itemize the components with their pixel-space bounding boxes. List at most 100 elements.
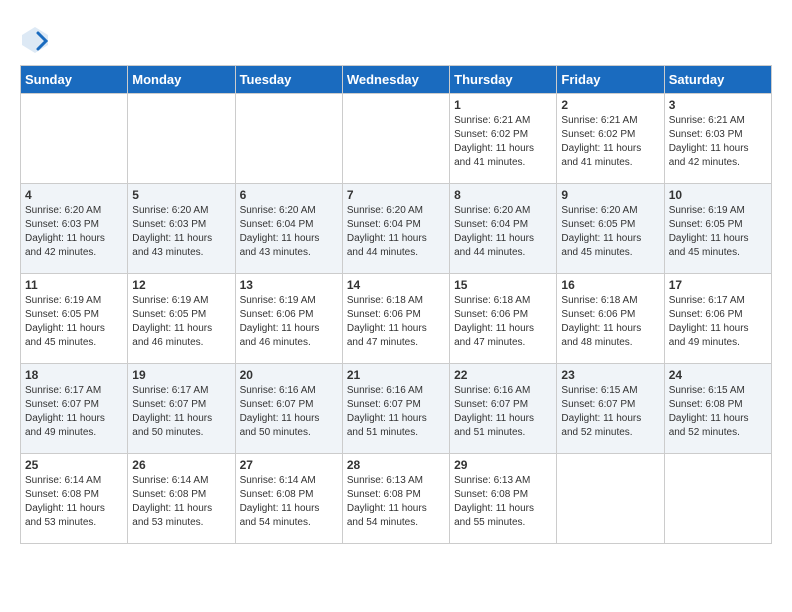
- day-header-wednesday: Wednesday: [342, 66, 449, 94]
- calendar-cell: 2 Sunrise: 6:21 AM Sunset: 6:02 PM Daylig…: [557, 94, 664, 184]
- day-number: 23: [561, 368, 659, 382]
- day-info: Sunrise: 6:19 AM Sunset: 6:05 PM Dayligh…: [25, 294, 123, 350]
- calendar-table: SundayMondayTuesdayWednesdayThursdayFrid…: [20, 65, 772, 544]
- day-info: Sunrise: 6:20 AM Sunset: 6:04 PM Dayligh…: [240, 204, 338, 260]
- day-info: Sunrise: 6:16 AM Sunset: 6:07 PM Dayligh…: [454, 384, 552, 440]
- calendar-week-row: 4 Sunrise: 6:20 AM Sunset: 6:03 PM Daylig…: [21, 184, 772, 274]
- calendar-cell: 20Sunrise: 6:16 AM Sunset: 6:07 PM Dayli…: [235, 364, 342, 454]
- calendar-cell: 5 Sunrise: 6:20 AM Sunset: 6:03 PM Daylig…: [128, 184, 235, 274]
- day-info: Sunrise: 6:15 AM Sunset: 6:07 PM Dayligh…: [561, 384, 659, 440]
- calendar-cell: [21, 94, 128, 184]
- day-header-tuesday: Tuesday: [235, 66, 342, 94]
- calendar-cell: [664, 454, 771, 544]
- day-number: 12: [132, 278, 230, 292]
- calendar-cell: [235, 94, 342, 184]
- day-number: 1: [454, 98, 552, 112]
- day-number: 28: [347, 458, 445, 472]
- calendar-header-row: SundayMondayTuesdayWednesdayThursdayFrid…: [21, 66, 772, 94]
- calendar-cell: [342, 94, 449, 184]
- calendar-cell: 9Sunrise: 6:20 AM Sunset: 6:05 PM Daylig…: [557, 184, 664, 274]
- day-info: Sunrise: 6:16 AM Sunset: 6:07 PM Dayligh…: [347, 384, 445, 440]
- calendar-week-row: 25 Sunrise: 6:14 AM Sunset: 6:08 PM Dayli…: [21, 454, 772, 544]
- day-info: Sunrise: 6:18 AM Sunset: 6:06 PM Dayligh…: [561, 294, 659, 350]
- day-number: 2: [561, 98, 659, 112]
- calendar-cell: 10Sunrise: 6:19 AM Sunset: 6:05 PM Dayli…: [664, 184, 771, 274]
- calendar-cell: 15 Sunrise: 6:18 AM Sunset: 6:06 PM Dayli…: [450, 274, 557, 364]
- day-info: Sunrise: 6:19 AM Sunset: 6:05 PM Dayligh…: [132, 294, 230, 350]
- calendar-cell: 14Sunrise: 6:18 AM Sunset: 6:06 PM Dayli…: [342, 274, 449, 364]
- calendar-cell: 17 Sunrise: 6:17 AM Sunset: 6:06 PM Dayli…: [664, 274, 771, 364]
- day-number: 17: [669, 278, 767, 292]
- logo: [20, 25, 54, 55]
- day-info: Sunrise: 6:17 AM Sunset: 6:07 PM Dayligh…: [132, 384, 230, 440]
- calendar-cell: 4Sunrise: 6:20 AM Sunset: 6:03 PM Daylig…: [21, 184, 128, 274]
- day-info: Sunrise: 6:13 AM Sunset: 6:08 PM Dayligh…: [347, 474, 445, 530]
- day-number: 29: [454, 458, 552, 472]
- day-info: Sunrise: 6:19 AM Sunset: 6:06 PM Dayligh…: [240, 294, 338, 350]
- day-info: Sunrise: 6:20 AM Sunset: 6:03 PM Dayligh…: [132, 204, 230, 260]
- day-number: 24: [669, 368, 767, 382]
- calendar-cell: [557, 454, 664, 544]
- day-number: 5: [132, 188, 230, 202]
- day-number: 13: [240, 278, 338, 292]
- calendar-cell: 18 Sunrise: 6:17 AM Sunset: 6:07 PM Dayli…: [21, 364, 128, 454]
- day-number: 15: [454, 278, 552, 292]
- day-header-monday: Monday: [128, 66, 235, 94]
- calendar-cell: 6 Sunrise: 6:20 AM Sunset: 6:04 PM Daylig…: [235, 184, 342, 274]
- day-number: 19: [132, 368, 230, 382]
- calendar-cell: 26 Sunrise: 6:14 AM Sunset: 6:08 PM Dayli…: [128, 454, 235, 544]
- calendar-cell: [128, 94, 235, 184]
- day-number: 25: [25, 458, 123, 472]
- calendar-week-row: 18 Sunrise: 6:17 AM Sunset: 6:07 PM Dayli…: [21, 364, 772, 454]
- day-header-sunday: Sunday: [21, 66, 128, 94]
- calendar-cell: 19 Sunrise: 6:17 AM Sunset: 6:07 PM Dayli…: [128, 364, 235, 454]
- day-number: 3: [669, 98, 767, 112]
- calendar-cell: 13 Sunrise: 6:19 AM Sunset: 6:06 PM Dayli…: [235, 274, 342, 364]
- calendar-cell: 28 Sunrise: 6:13 AM Sunset: 6:08 PM Dayli…: [342, 454, 449, 544]
- day-info: Sunrise: 6:20 AM Sunset: 6:04 PM Dayligh…: [454, 204, 552, 260]
- calendar-cell: 27Sunrise: 6:14 AM Sunset: 6:08 PM Dayli…: [235, 454, 342, 544]
- logo-icon: [20, 25, 50, 55]
- calendar-week-row: 1 Sunrise: 6:21 AM Sunset: 6:02 PM Daylig…: [21, 94, 772, 184]
- calendar-cell: 16Sunrise: 6:18 AM Sunset: 6:06 PM Dayli…: [557, 274, 664, 364]
- calendar-cell: 24 Sunrise: 6:15 AM Sunset: 6:08 PM Dayli…: [664, 364, 771, 454]
- calendar-cell: 3 Sunrise: 6:21 AM Sunset: 6:03 PM Daylig…: [664, 94, 771, 184]
- page-header: [20, 20, 772, 55]
- day-info: Sunrise: 6:17 AM Sunset: 6:06 PM Dayligh…: [669, 294, 767, 350]
- day-info: Sunrise: 6:15 AM Sunset: 6:08 PM Dayligh…: [669, 384, 767, 440]
- day-info: Sunrise: 6:13 AM Sunset: 6:08 PM Dayligh…: [454, 474, 552, 530]
- day-number: 27: [240, 458, 338, 472]
- day-info: Sunrise: 6:18 AM Sunset: 6:06 PM Dayligh…: [454, 294, 552, 350]
- calendar-cell: 25 Sunrise: 6:14 AM Sunset: 6:08 PM Dayli…: [21, 454, 128, 544]
- day-info: Sunrise: 6:21 AM Sunset: 6:03 PM Dayligh…: [669, 114, 767, 170]
- calendar-cell: 11Sunrise: 6:19 AM Sunset: 6:05 PM Dayli…: [21, 274, 128, 364]
- day-header-saturday: Saturday: [664, 66, 771, 94]
- day-number: 21: [347, 368, 445, 382]
- day-info: Sunrise: 6:19 AM Sunset: 6:05 PM Dayligh…: [669, 204, 767, 260]
- day-header-thursday: Thursday: [450, 66, 557, 94]
- day-number: 4: [25, 188, 123, 202]
- day-number: 6: [240, 188, 338, 202]
- day-number: 14: [347, 278, 445, 292]
- day-info: Sunrise: 6:21 AM Sunset: 6:02 PM Dayligh…: [454, 114, 552, 170]
- day-info: Sunrise: 6:20 AM Sunset: 6:04 PM Dayligh…: [347, 204, 445, 260]
- calendar-week-row: 11Sunrise: 6:19 AM Sunset: 6:05 PM Dayli…: [21, 274, 772, 364]
- day-number: 7: [347, 188, 445, 202]
- calendar-cell: 21 Sunrise: 6:16 AM Sunset: 6:07 PM Dayli…: [342, 364, 449, 454]
- day-number: 18: [25, 368, 123, 382]
- calendar-cell: 22 Sunrise: 6:16 AM Sunset: 6:07 PM Dayli…: [450, 364, 557, 454]
- day-info: Sunrise: 6:20 AM Sunset: 6:05 PM Dayligh…: [561, 204, 659, 260]
- day-number: 26: [132, 458, 230, 472]
- day-info: Sunrise: 6:14 AM Sunset: 6:08 PM Dayligh…: [25, 474, 123, 530]
- calendar-cell: 8Sunrise: 6:20 AM Sunset: 6:04 PM Daylig…: [450, 184, 557, 274]
- day-info: Sunrise: 6:17 AM Sunset: 6:07 PM Dayligh…: [25, 384, 123, 440]
- calendar-cell: 29 Sunrise: 6:13 AM Sunset: 6:08 PM Dayli…: [450, 454, 557, 544]
- calendar-cell: 1 Sunrise: 6:21 AM Sunset: 6:02 PM Daylig…: [450, 94, 557, 184]
- day-number: 22: [454, 368, 552, 382]
- calendar-cell: 23 Sunrise: 6:15 AM Sunset: 6:07 PM Dayli…: [557, 364, 664, 454]
- day-number: 20: [240, 368, 338, 382]
- day-info: Sunrise: 6:21 AM Sunset: 6:02 PM Dayligh…: [561, 114, 659, 170]
- day-info: Sunrise: 6:14 AM Sunset: 6:08 PM Dayligh…: [132, 474, 230, 530]
- calendar-cell: 7 Sunrise: 6:20 AM Sunset: 6:04 PM Daylig…: [342, 184, 449, 274]
- calendar-cell: 12 Sunrise: 6:19 AM Sunset: 6:05 PM Dayli…: [128, 274, 235, 364]
